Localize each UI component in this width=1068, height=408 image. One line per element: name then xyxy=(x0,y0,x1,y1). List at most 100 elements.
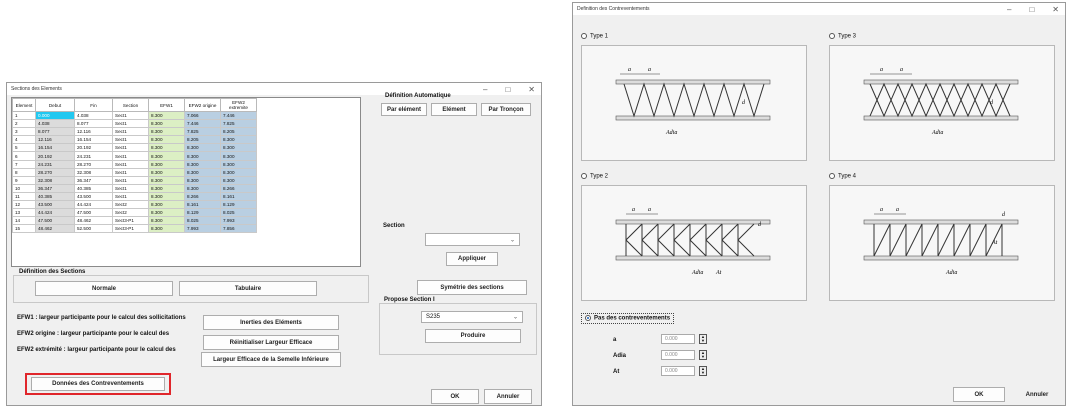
table-cell[interactable]: 3 xyxy=(12,127,36,137)
table-cell[interactable]: 47.500 xyxy=(35,216,75,226)
table-row[interactable]: 7 24.231 28.270 Sect1 8.300 8.300 8.300 xyxy=(12,159,257,169)
table-cell[interactable]: 8.300 xyxy=(148,191,185,202)
col-header-efw2-origine[interactable]: EFW2 origine xyxy=(184,98,221,112)
adia-input[interactable]: 0.000 xyxy=(661,350,695,360)
table-cell[interactable]: 10 xyxy=(12,183,36,193)
table-cell[interactable]: 15 xyxy=(12,224,36,234)
table-cell[interactable]: 11 xyxy=(12,191,36,202)
table-cell[interactable]: 8.300 xyxy=(148,110,185,121)
table-row[interactable]: 9 32.308 36.347 Sect1 8.300 8.300 8.300 xyxy=(12,175,257,185)
table-cell[interactable]: 5 xyxy=(12,143,36,153)
table-cell[interactable]: Sect2 xyxy=(112,208,149,218)
annuler-button[interactable]: Annuler xyxy=(1011,387,1063,402)
table-cell[interactable]: 8.266 xyxy=(184,191,221,202)
table-cell[interactable]: 8.300 xyxy=(148,127,185,137)
table-cell[interactable]: 9 xyxy=(12,175,36,185)
type2-radio[interactable]: Type 2 xyxy=(581,173,608,180)
table-cell[interactable]: 8.266 xyxy=(220,183,257,193)
table-cell[interactable]: 8.205 xyxy=(184,135,221,145)
col-header-element[interactable]: Element xyxy=(12,98,36,112)
table-row[interactable]: 12 43.500 44.424 Sect2 8.300 8.161 8.129 xyxy=(12,200,257,210)
normale-button[interactable]: Normale xyxy=(35,281,173,296)
table-cell[interactable]: 8.300 xyxy=(148,183,185,193)
col-header-fin[interactable]: Fin xyxy=(74,98,113,112)
table-cell[interactable]: 52.500 xyxy=(74,224,113,234)
table-cell[interactable]: 28.270 xyxy=(74,159,113,169)
table-cell[interactable]: 7 xyxy=(12,159,36,169)
table-cell[interactable]: Sect1 xyxy=(112,110,149,121)
inerties-button[interactable]: Inerties des Eléments xyxy=(203,315,339,330)
at-spinner[interactable]: ▲ ▼ xyxy=(699,366,707,376)
table-cell[interactable]: 28.270 xyxy=(35,167,75,177)
table-cell[interactable]: 8.300 xyxy=(184,159,221,169)
at-input[interactable]: 0.000 xyxy=(661,366,695,376)
table-cell[interactable]: 8.300 xyxy=(220,167,257,177)
type4-radio[interactable]: Type 4 xyxy=(829,173,856,180)
tabulaire-button[interactable]: Tabulaire xyxy=(179,281,317,296)
table-cell[interactable]: 44.424 xyxy=(74,200,113,210)
table-cell[interactable]: 7.825 xyxy=(220,119,257,129)
section-select[interactable]: ⌄ xyxy=(425,233,520,246)
table-cell[interactable]: 12.116 xyxy=(35,135,75,145)
col-header-efw2-extremite[interactable]: EFW2 extremite xyxy=(220,98,257,112)
table-cell[interactable]: 4 xyxy=(12,135,36,145)
propose-section-select[interactable]: S235 ⌄ xyxy=(421,311,523,323)
a-spinner[interactable]: ▲ ▼ xyxy=(699,334,707,344)
table-cell[interactable]: 8.300 xyxy=(148,200,185,210)
table-cell[interactable]: 7.066 xyxy=(184,110,221,121)
table-row[interactable]: 6 20.192 24.231 Sect1 8.300 8.300 8.300 xyxy=(12,151,257,161)
table-cell[interactable]: 8.300 xyxy=(220,151,257,161)
table-row[interactable]: 10 36.347 40.385 Sect1 8.300 8.300 8.266 xyxy=(12,183,257,193)
table-cell[interactable]: Sect1 xyxy=(112,135,149,145)
table-cell[interactable]: 1 xyxy=(12,110,36,121)
table-cell[interactable]: 8.300 xyxy=(184,183,221,193)
table-cell[interactable]: 8.300 xyxy=(184,151,221,161)
donnees-contreventements-button[interactable]: Données des Contreventements xyxy=(31,377,165,391)
reinitialiser-button[interactable]: Réinitialiser Largeur Efficace xyxy=(203,335,339,350)
table-cell[interactable]: Sect1 xyxy=(112,119,149,129)
table-row[interactable]: 2 4.038 8.077 Sect1 8.300 7.446 7.825 xyxy=(12,119,257,129)
table-cell[interactable]: 8.300 xyxy=(148,167,185,177)
table-row[interactable]: 8 28.270 32.308 Sect1 8.300 8.300 8.300 xyxy=(12,167,257,177)
table-cell[interactable]: 32.308 xyxy=(35,175,75,185)
table-cell[interactable]: 40.385 xyxy=(74,183,113,193)
table-cell[interactable]: 7.825 xyxy=(184,127,221,137)
table-cell[interactable]: 44.424 xyxy=(35,208,75,218)
table-row[interactable]: 11 40.385 43.500 Sect1 8.300 8.266 8.161 xyxy=(12,191,257,202)
table-cell[interactable]: Sect1 xyxy=(112,167,149,177)
table-cell[interactable]: 32.308 xyxy=(74,167,113,177)
col-header-section[interactable]: Section xyxy=(112,98,149,112)
table-cell[interactable]: 48.462 xyxy=(74,216,113,226)
table-cell[interactable]: 8.077 xyxy=(35,127,75,137)
table-row[interactable]: 3 8.077 12.116 Sect1 8.300 7.825 8.205 xyxy=(12,127,257,137)
table-cell[interactable]: 8.300 xyxy=(148,151,185,161)
table-cell[interactable]: 8.300 xyxy=(148,119,185,129)
table-cell[interactable]: 43.500 xyxy=(74,191,113,202)
table-cell[interactable]: 36.347 xyxy=(35,183,75,193)
table-cell[interactable]: Sect3-P1 xyxy=(112,216,149,226)
table-cell[interactable]: 24.231 xyxy=(35,159,75,169)
maximize-icon[interactable]: □ xyxy=(1029,5,1034,14)
table-cell[interactable]: 14 xyxy=(12,216,36,226)
table-row[interactable]: 4 12.116 16.154 Sect1 8.300 8.205 8.300 xyxy=(12,135,257,145)
table-cell[interactable]: 7.993 xyxy=(220,216,257,226)
table-cell[interactable]: 8.025 xyxy=(220,208,257,218)
table-cell[interactable]: 8.300 xyxy=(184,143,221,153)
table-cell[interactable]: 8.300 xyxy=(220,175,257,185)
table-cell[interactable]: 12 xyxy=(12,200,36,210)
table-cell[interactable]: 2 xyxy=(12,119,36,129)
table-row[interactable]: 5 16.154 20.192 Sect1 8.300 8.300 8.300 xyxy=(12,143,257,153)
a-input[interactable]: 0.000 xyxy=(661,334,695,344)
table-cell[interactable]: 40.385 xyxy=(35,191,75,202)
table-cell[interactable]: 8.300 xyxy=(148,143,185,153)
ok-button[interactable]: OK xyxy=(431,389,479,404)
table-cell[interactable]: Sect1 xyxy=(112,127,149,137)
largeur-efficace-button[interactable]: Largeur Efficace de la Semelle Inférieur… xyxy=(201,352,341,367)
adia-spinner[interactable]: ▲ ▼ xyxy=(699,350,707,360)
close-icon[interactable]: ✕ xyxy=(1052,5,1059,14)
table-cell[interactable]: 20.192 xyxy=(35,151,75,161)
table-cell[interactable]: 36.347 xyxy=(74,175,113,185)
table-cell[interactable]: 47.500 xyxy=(74,208,113,218)
table-cell[interactable]: 48.462 xyxy=(35,224,75,234)
table-cell[interactable]: 8.300 xyxy=(184,175,221,185)
